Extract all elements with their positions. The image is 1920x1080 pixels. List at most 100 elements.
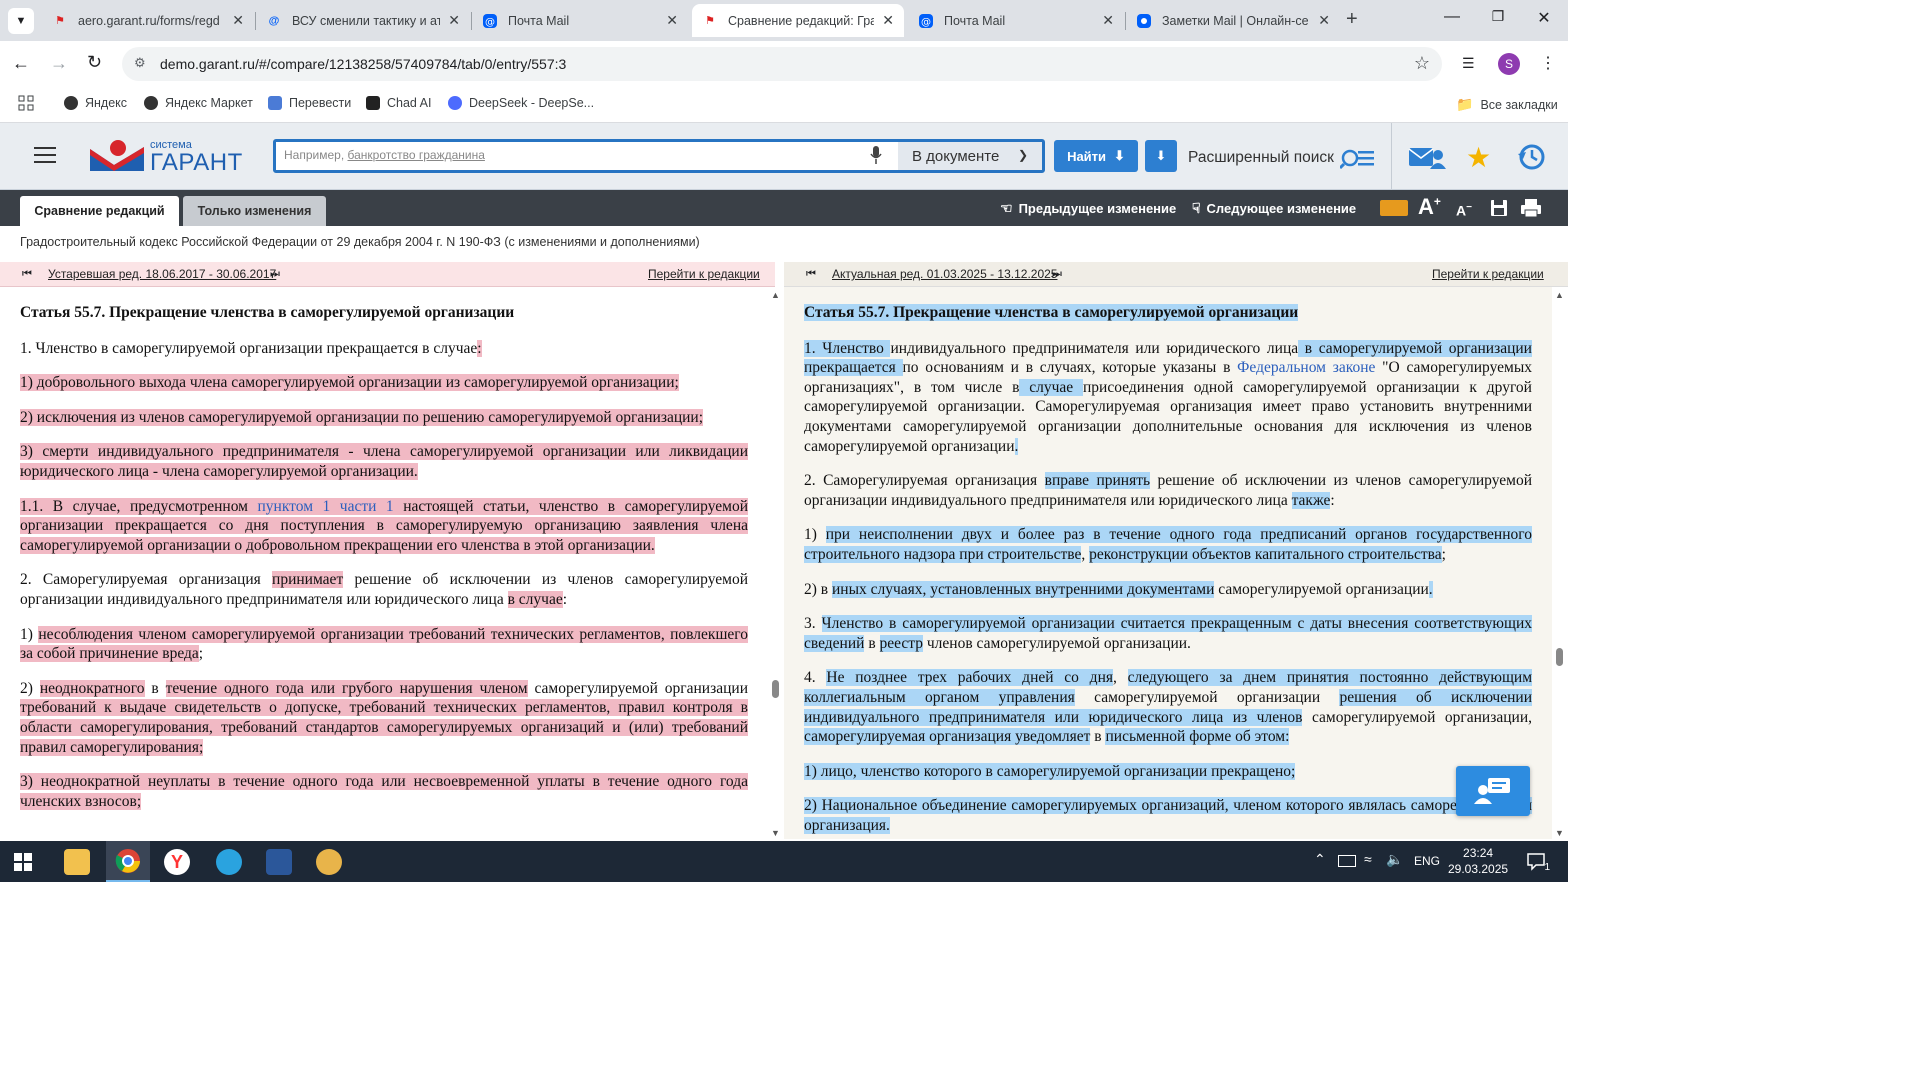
media-icon[interactable]: ☰ <box>1462 55 1475 72</box>
search-scope-select[interactable]: В документе ❯ <box>898 142 1042 170</box>
garant-logo[interactable]: система ГАРАНТ <box>88 137 248 177</box>
close-icon[interactable]: ✕ <box>232 12 244 29</box>
menu-icon[interactable]: ⋮ <box>1540 53 1556 73</box>
mail-contacts-icon[interactable] <box>1408 145 1446 172</box>
right-scrollbar[interactable]: ▲ ▼ <box>1553 288 1567 840</box>
avatar[interactable]: S <box>1498 53 1520 75</box>
first-revision-icon[interactable]: ⏮ <box>806 268 816 281</box>
right-document-text: Статья 55.7. Прекращение членства в само… <box>804 304 1533 834</box>
hamburger-menu-icon[interactable] <box>34 147 56 163</box>
chad-ai-icon <box>366 96 380 110</box>
download-button[interactable]: ⬇ <box>1145 140 1177 172</box>
close-window-button[interactable]: ✕ <box>1524 8 1564 28</box>
tray-chevron-icon[interactable]: ⌃ <box>1314 851 1326 868</box>
browser-tab-active[interactable]: ⚑ Сравнение редакций: Гра ✕ <box>692 4 904 37</box>
reload-button[interactable]: ↻ <box>87 52 102 73</box>
yandex-icon <box>64 96 78 110</box>
chat-support-button[interactable] <box>1456 766 1530 816</box>
tab-compare-revisions[interactable]: Сравнение редакций <box>20 196 179 226</box>
search-example-link[interactable]: банкротство гражданина <box>348 148 485 162</box>
search-input[interactable]: Например, банкротство гражданина В докум… <box>273 139 1045 173</box>
browser-tab[interactable]: Заметки Mail | Онлайн-се ✕ <box>1126 4 1340 37</box>
bookmark-chad-ai[interactable]: Chad AI <box>366 96 431 110</box>
font-smaller-button[interactable]: A− <box>1456 202 1472 219</box>
browser-tab[interactable]: @ Почта Mail ✕ <box>908 4 1124 37</box>
bookmark-yandex[interactable]: Яндекс <box>64 96 127 110</box>
advanced-search-link[interactable]: Расширенный поиск <box>1188 147 1376 169</box>
history-icon[interactable] <box>1518 143 1546 174</box>
mail-icon: @ <box>918 13 934 29</box>
browser-tab[interactable]: @ Почта Mail ✕ <box>472 4 688 37</box>
document-title: Градостроительный кодекс Российской Феде… <box>20 235 700 249</box>
garant-logo-icon <box>90 140 144 171</box>
site-settings-icon[interactable]: ⚙ <box>134 55 146 71</box>
svg-text:@: @ <box>485 17 495 28</box>
close-icon[interactable]: ✕ <box>1318 12 1330 29</box>
last-revision-icon[interactable]: ⏭ <box>270 268 280 281</box>
bookmark-yandex-market[interactable]: Яндекс Маркет <box>144 96 253 110</box>
notification-center-icon[interactable]: 1 <box>1526 851 1550 873</box>
new-tab-button[interactable]: + <box>1346 8 1358 31</box>
word-app-icon[interactable] <box>266 849 292 875</box>
file-explorer-icon[interactable] <box>64 849 90 875</box>
close-icon[interactable]: ✕ <box>666 12 678 29</box>
tab-search-button[interactable]: ▼ <box>8 8 34 34</box>
chrome-icon[interactable] <box>106 841 150 882</box>
tab-changes-only[interactable]: Только изменения <box>183 196 326 226</box>
right-goto-revision-link[interactable]: Перейти к редакции <box>1432 267 1544 281</box>
apps-icon[interactable] <box>18 95 34 114</box>
last-revision-icon[interactable]: ⏭ <box>1052 268 1062 281</box>
close-icon[interactable]: ✕ <box>882 12 894 29</box>
star-icon[interactable]: ☆ <box>1414 53 1430 74</box>
battery-icon[interactable] <box>1338 855 1356 867</box>
market-icon <box>144 96 158 110</box>
all-bookmarks[interactable]: 📁 Все закладки <box>1456 96 1558 113</box>
minimize-button[interactable]: — <box>1432 8 1472 26</box>
restore-button[interactable]: ❐ <box>1478 8 1518 25</box>
close-icon[interactable]: ✕ <box>1102 12 1114 29</box>
prev-change-button[interactable]: ☜ Предыдущее изменение <box>1000 200 1176 217</box>
prev-change-icon: ☜ <box>1000 200 1013 216</box>
url-text[interactable]: demo.garant.ru/#/compare/12138258/574097… <box>160 56 566 72</box>
bookmark-translate[interactable]: Перевести <box>268 96 351 110</box>
svg-text:@: @ <box>921 17 931 28</box>
bookmark-deepseek[interactable]: DeepSeek - DeepSe... <box>448 96 594 110</box>
folder-icon: 📁 <box>1456 96 1474 112</box>
save-icon[interactable] <box>1490 199 1508 220</box>
left-goto-revision-link[interactable]: Перейти к редакции <box>648 267 760 281</box>
back-button[interactable]: ← <box>12 53 30 74</box>
paint-icon[interactable] <box>316 849 342 875</box>
left-scrollbar[interactable]: ▲ ▼ <box>769 288 783 840</box>
close-icon[interactable]: ✕ <box>448 12 460 29</box>
favorites-star-icon[interactable]: ★ <box>1466 141 1491 174</box>
mail-icon: @ <box>482 13 498 29</box>
first-revision-icon[interactable]: ⏮ <box>22 268 32 281</box>
browser-tab[interactable]: @ ВСУ сменили тактику и ат ✕ <box>256 4 470 37</box>
font-larger-button[interactable]: A+ <box>1418 194 1441 220</box>
volume-icon[interactable]: 🔈 <box>1386 851 1403 868</box>
windows-start-icon[interactable] <box>14 853 32 874</box>
left-revision-label[interactable]: Устаревшая ред. 18.06.2017 - 30.06.2017 <box>48 267 276 281</box>
browser-tab[interactable]: ⚑ aero.garant.ru/forms/regd ✕ <box>42 4 254 37</box>
yandex-browser-icon[interactable]: Y <box>164 849 190 875</box>
telegram-icon[interactable] <box>216 849 242 875</box>
language-indicator[interactable]: ENG <box>1414 854 1440 868</box>
find-button[interactable]: Найти ⬇ <box>1054 140 1138 172</box>
next-change-button[interactable]: ☟ Следующее изменение <box>1192 200 1356 217</box>
wifi-icon[interactable]: ≈ <box>1364 851 1372 867</box>
windows-taskbar: Y ⌃ ≈ 🔈 ENG 23:24 29.03.2025 1 <box>0 841 1568 882</box>
flag-icon: ⚑ <box>705 15 715 27</box>
right-revision-label[interactable]: Актуальная ред. 01.03.2025 - 13.12.2025 <box>832 267 1057 281</box>
mail-ru-icon: @ <box>268 14 280 27</box>
microphone-icon[interactable] <box>869 145 883 168</box>
clock[interactable]: 23:24 29.03.2025 <box>1448 845 1508 877</box>
left-pane-header: ⏮ Устаревшая ред. 18.06.2017 - 30.06.201… <box>0 262 775 287</box>
forward-button[interactable]: → <box>50 53 68 74</box>
arrow-down-icon: ⬇ <box>1155 148 1167 163</box>
chevron-down-icon: ▼ <box>15 15 27 27</box>
print-icon[interactable] <box>1520 198 1542 221</box>
omnibox[interactable]: ⚙ demo.garant.ru/#/compare/12138258/5740… <box>122 47 1442 81</box>
next-change-icon: ☟ <box>1192 200 1201 216</box>
highlight-icon[interactable] <box>1380 200 1408 216</box>
arrow-down-icon: ⬇ <box>1114 148 1125 163</box>
